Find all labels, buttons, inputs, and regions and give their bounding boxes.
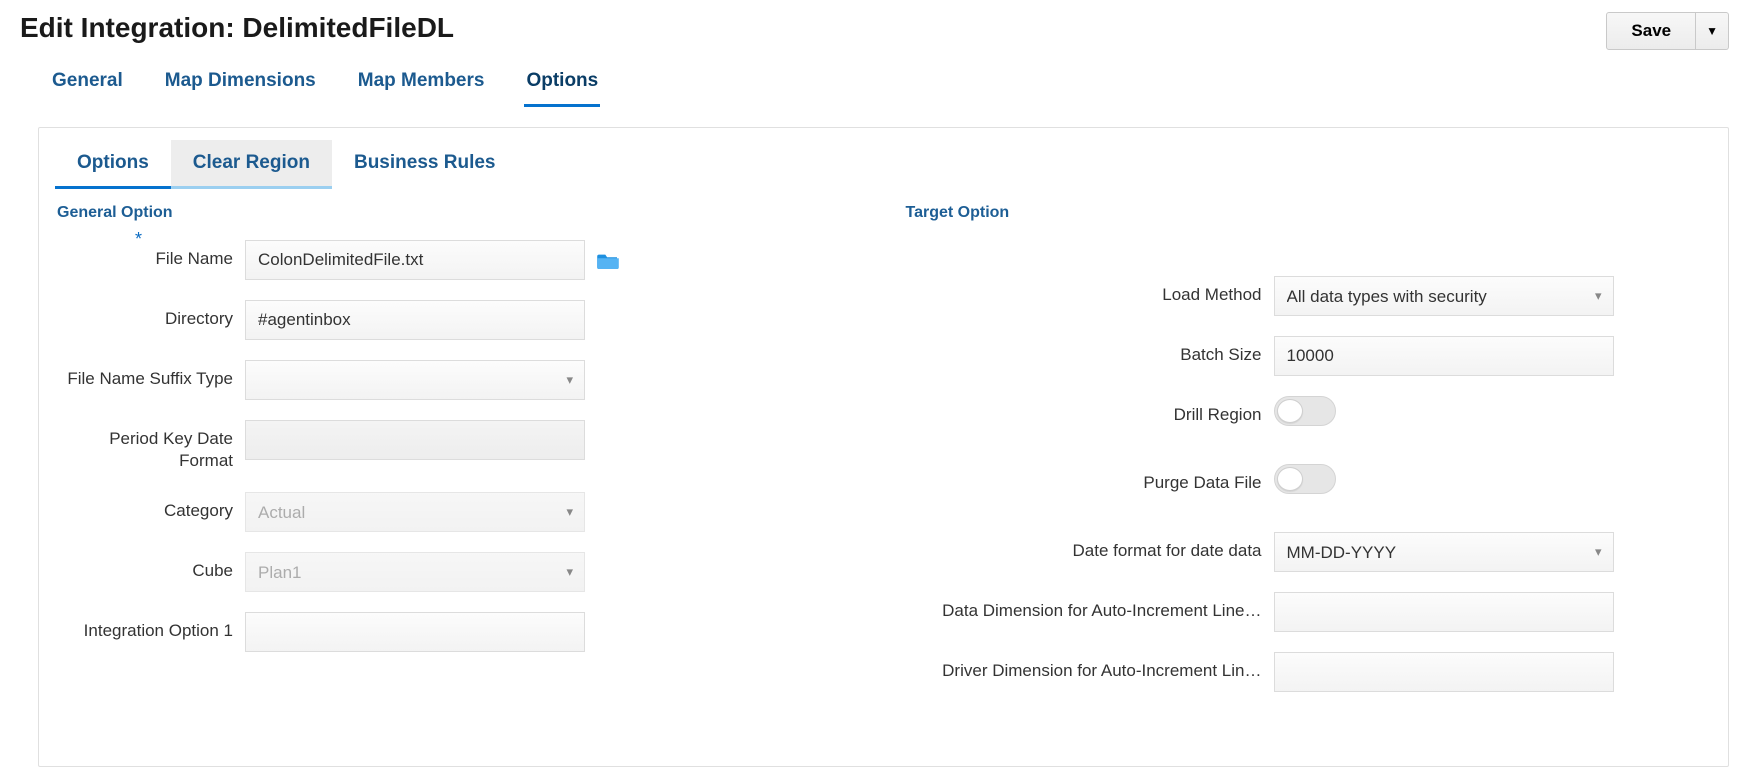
load-method-select[interactable]: All data types with security: [1274, 276, 1614, 316]
label-integration-option-1: Integration Option 1: [55, 612, 245, 642]
batch-size-input[interactable]: [1274, 336, 1614, 376]
cube-select: Plan1: [245, 552, 585, 592]
subtab-clear-region[interactable]: Clear Region: [171, 140, 332, 189]
drill-region-toggle[interactable]: [1274, 396, 1336, 426]
save-button[interactable]: Save: [1606, 12, 1696, 50]
category-select: Actual: [245, 492, 585, 532]
label-category: Category: [55, 492, 245, 522]
section-general-option: General Option: [57, 204, 864, 222]
file-name-suffix-type-select[interactable]: [245, 360, 585, 400]
label-purge-data-file: Purge Data File: [904, 464, 1274, 494]
caret-down-icon: ▼: [1706, 24, 1718, 38]
tab-map-dimensions[interactable]: Map Dimensions: [163, 62, 318, 107]
tab-map-members[interactable]: Map Members: [356, 62, 487, 107]
subtab-business-rules[interactable]: Business Rules: [332, 140, 518, 189]
date-format-select[interactable]: MM-DD-YYYY: [1274, 532, 1614, 572]
label-drill-region: Drill Region: [904, 396, 1274, 426]
data-dimension-auto-increment-input[interactable]: [1274, 592, 1614, 632]
label-data-dimension-auto-increment: Data Dimension for Auto-Increment Line…: [904, 592, 1274, 622]
period-key-date-format-input: [245, 420, 585, 460]
file-name-input[interactable]: [245, 240, 585, 280]
label-file-name-suffix-type: File Name Suffix Type: [55, 360, 245, 390]
save-menu-caret[interactable]: ▼: [1696, 12, 1729, 50]
driver-dimension-auto-increment-input[interactable]: [1274, 652, 1614, 692]
label-period-key-date-format: Period Key Date Format: [55, 420, 245, 472]
integration-option-1-input[interactable]: [245, 612, 585, 652]
label-driver-dimension-auto-increment: Driver Dimension for Auto-Increment Lin…: [904, 652, 1274, 682]
secondary-tabs: Options Clear Region Business Rules: [39, 140, 1728, 190]
label-cube: Cube: [55, 552, 245, 582]
label-file-name: * File Name: [55, 240, 245, 270]
page-title: Edit Integration: DelimitedFileDL: [20, 12, 454, 44]
tab-general[interactable]: General: [50, 62, 125, 107]
label-batch-size: Batch Size: [904, 336, 1274, 366]
browse-folder-icon[interactable]: [597, 251, 619, 269]
section-target-option: Target Option: [906, 204, 1713, 222]
label-directory: Directory: [55, 300, 245, 330]
label-load-method: Load Method: [904, 276, 1274, 306]
label-date-format: Date format for date data: [904, 532, 1274, 562]
subtab-options[interactable]: Options: [55, 140, 171, 189]
primary-tabs: General Map Dimensions Map Members Optio…: [20, 56, 1729, 107]
required-star-icon: *: [135, 228, 142, 251]
purge-data-file-toggle[interactable]: [1274, 464, 1336, 494]
tab-options[interactable]: Options: [524, 62, 600, 107]
directory-input[interactable]: [245, 300, 585, 340]
options-panel: Options Clear Region Business Rules Gene…: [38, 127, 1729, 767]
